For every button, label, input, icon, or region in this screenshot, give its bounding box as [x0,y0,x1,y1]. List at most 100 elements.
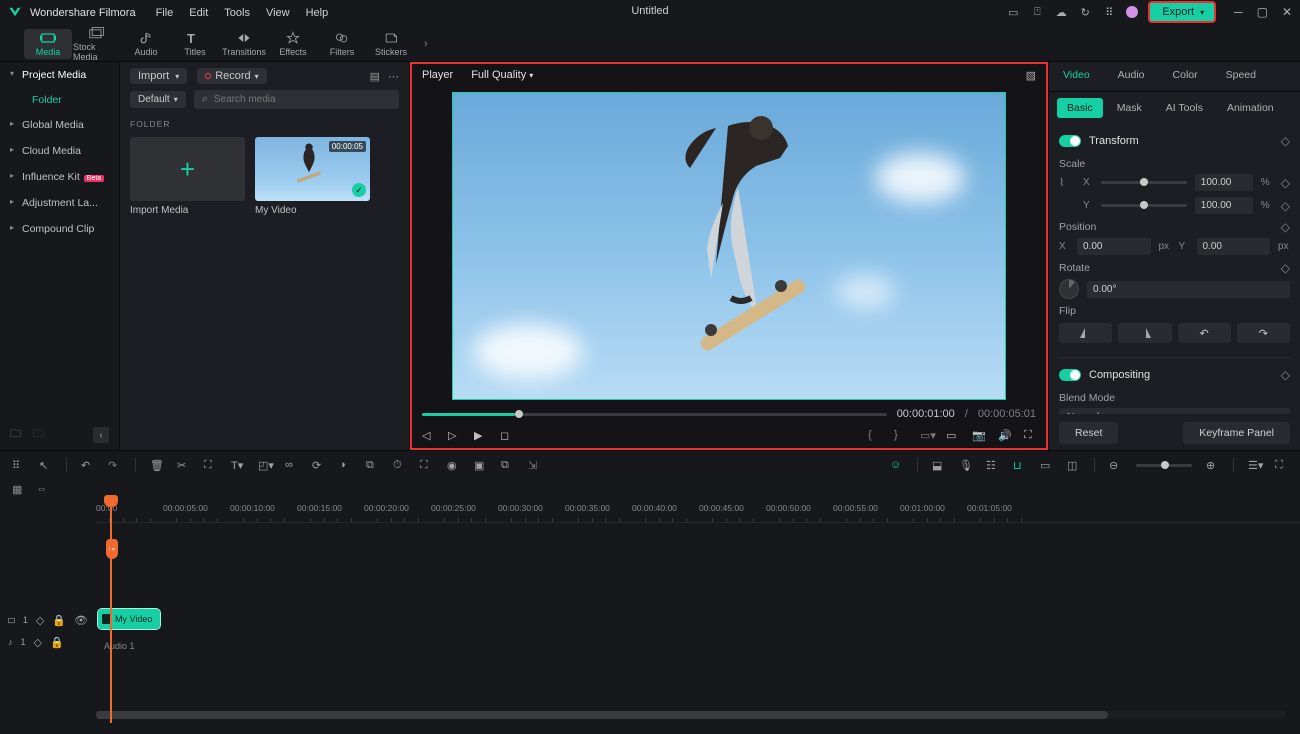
speed-icon[interactable]: ⟳ [312,459,325,472]
play-icon[interactable]: ▶ [474,429,486,441]
timeline-clip[interactable]: My Video [98,609,160,629]
group-icon[interactable]: ▣ [474,459,487,472]
mixer-icon[interactable]: ☷ [986,459,999,472]
collapse-sidebar-icon[interactable]: ‹ [93,427,109,443]
freeze-icon[interactable]: ⧉ [366,459,379,472]
snap-icon[interactable]: ▭ [1040,459,1053,472]
voice-icon[interactable]: 🎙 [959,459,972,472]
more-icon[interactable]: ⋯ [388,70,399,83]
ratio-icon[interactable]: ▭▾ [920,429,932,441]
scale-y-slider[interactable] [1101,204,1187,207]
tab-video[interactable]: Video [1049,62,1104,91]
mark-in-icon[interactable]: { [868,429,880,441]
tl-opt1-icon[interactable]: ▦ [12,483,22,496]
tl-pointer-icon[interactable]: ↖ [39,459,52,472]
asset-tabs-more[interactable]: › [424,38,428,50]
sidebar-item-adjustment[interactable]: ▸Adjustment La... [0,190,119,216]
menu-edit[interactable]: Edit [189,7,208,19]
scale-x-keyframe[interactable]: ◇ [1281,176,1290,190]
user-avatar[interactable] [1126,6,1138,18]
sidebar-item-project-media[interactable]: ▾Project Media [0,62,119,88]
zoom-slider[interactable] [1136,464,1192,467]
sort-icon[interactable]: ▤ [370,70,380,83]
transform-toggle[interactable] [1059,135,1081,147]
atrack-lock-icon[interactable]: 🔒 [50,636,64,649]
asset-tab-media[interactable]: Media [24,29,72,59]
pos-y-value[interactable]: 0.00 [1197,238,1271,255]
duration-icon[interactable]: ⏱ [393,459,406,472]
menu-file[interactable]: File [156,7,174,19]
list-view-icon[interactable]: ☰▾ [1248,459,1261,472]
sidebar-item-influence-kit[interactable]: ▸Influence KitBeta [0,164,119,190]
import-button[interactable]: Import▾ [130,68,187,84]
tab-speed[interactable]: Speed [1212,62,1270,91]
asset-tab-filters[interactable]: Filters [318,29,366,59]
track-mute-icon[interactable]: ◇ [36,614,44,627]
import-media-tile[interactable]: + Import Media [130,137,245,216]
volume-icon[interactable]: 🔊 [998,429,1010,441]
cloud-icon[interactable]: ☁ [1054,5,1068,19]
expand-icon[interactable]: ⇲ [528,459,541,472]
sort-default-dropdown[interactable]: Default▾ [130,91,186,108]
scale-x-slider[interactable] [1101,181,1187,184]
redo-icon[interactable]: ↷ [108,459,121,472]
sync-icon[interactable]: ↻ [1078,5,1092,19]
minimize-button[interactable]: ─ [1234,5,1243,19]
display-icon[interactable]: ▭ [946,429,958,441]
crop-icon[interactable]: ⛶ [204,459,217,472]
rotate-dial[interactable] [1059,279,1079,299]
track-eye-icon[interactable]: 👁 [74,614,88,627]
sidebar-item-cloud-media[interactable]: ▸Cloud Media [0,138,119,164]
camera-icon[interactable]: 📷 [972,429,984,441]
prev-frame-icon[interactable]: ◁ [422,429,434,441]
snap2-icon[interactable]: ◫ [1067,459,1080,472]
split-icon[interactable]: ✂ [177,459,190,472]
color-icon[interactable]: ◑ [339,459,352,472]
quality-dropdown[interactable]: Full Quality ▾ [471,69,533,81]
close-button[interactable]: ✕ [1282,5,1292,19]
rotate-keyframe[interactable]: ◇ [1281,261,1290,275]
apps-icon[interactable]: ⠿ [1102,5,1116,19]
subtab-animation[interactable]: Animation [1217,98,1284,118]
timeline-scrollbar[interactable] [96,711,1286,719]
playhead[interactable] [110,495,112,723]
compound-icon[interactable]: ⧉ [501,459,514,472]
rotate-ccw-button[interactable]: ↶ [1178,323,1231,343]
position-keyframe[interactable]: ◇ [1281,220,1290,234]
asset-tab-effects[interactable]: Effects [269,29,317,59]
sidebar-folder[interactable]: Folder [0,88,119,112]
maximize-button[interactable]: ▢ [1257,5,1268,19]
timeline-marker[interactable]: ✂ [106,539,118,559]
subtab-basic[interactable]: Basic [1057,98,1103,118]
preview-seekbar[interactable] [422,413,887,416]
text-icon[interactable]: T▾ [231,459,244,472]
rotate-cw-button[interactable]: ↷ [1237,323,1290,343]
asset-tab-stickers[interactable]: Stickers [367,29,415,59]
tl-opt2-icon[interactable]: ⇔ [36,483,47,495]
ai-icon[interactable]: ☺ [890,459,903,472]
flip-v-button[interactable] [1118,323,1171,343]
link-icon[interactable]: ∞ [285,459,298,472]
mark-out-icon[interactable]: } [894,429,906,441]
next-frame-icon[interactable]: ▷ [448,429,460,441]
link-icon[interactable]: ⌇ [1059,176,1071,189]
atrack-mute-icon[interactable]: ◇ [34,636,42,649]
search-box[interactable]: ⌕ [194,90,399,109]
track-area[interactable]: ✂ My Video Audio 1 [96,523,1300,723]
record-button[interactable]: Record▾ [197,68,266,84]
menu-tools[interactable]: Tools [224,7,250,19]
track-icon[interactable]: ◉ [447,459,460,472]
sidebar-item-compound[interactable]: ▸Compound Clip [0,216,119,242]
scale-y-value[interactable]: 100.00 [1195,197,1253,214]
subtab-mask[interactable]: Mask [1107,98,1152,118]
zoom-in-icon[interactable]: ⊕ [1206,459,1219,472]
flip-h-button[interactable] [1059,323,1112,343]
pos-x-value[interactable]: 0.00 [1077,238,1151,255]
scale-y-keyframe[interactable]: ◇ [1281,199,1290,213]
new-bin-icon[interactable]: 🗀 [33,425,44,444]
magnet-icon[interactable]: ⊔ [1013,459,1026,472]
menu-view[interactable]: View [266,7,290,19]
tab-audio[interactable]: Audio [1104,62,1159,91]
snapshot-icon[interactable]: ▧ [1026,69,1036,82]
tl-settings-icon[interactable]: ⠿ [12,459,25,472]
